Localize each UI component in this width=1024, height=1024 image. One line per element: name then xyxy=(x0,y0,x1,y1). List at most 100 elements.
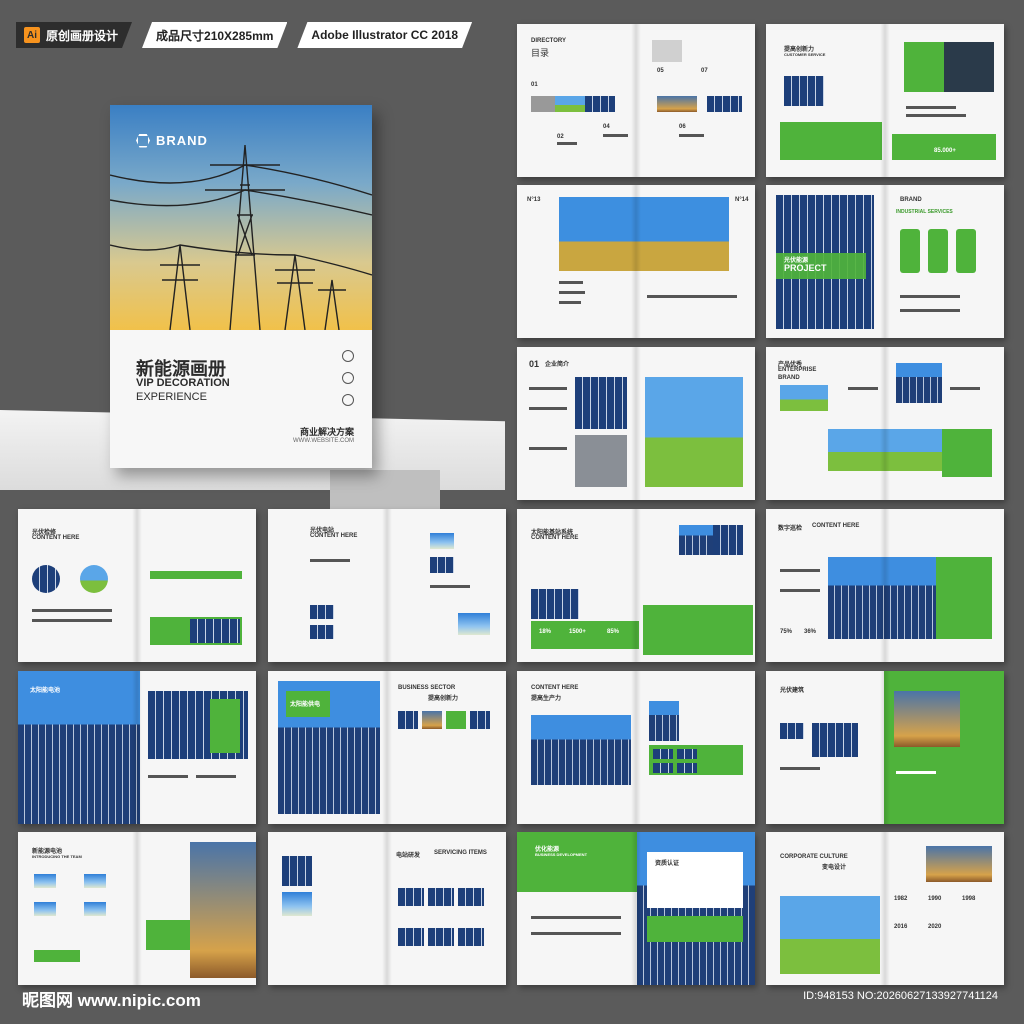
spread-cn: 提高生产力 xyxy=(531,696,562,702)
photo-thumb xyxy=(531,96,555,112)
green-label-card xyxy=(210,699,240,753)
text-line xyxy=(310,559,350,562)
text-line xyxy=(679,134,704,137)
software-label: Adobe Illustrator CC 2018 xyxy=(311,28,459,42)
spread-title: CORPORATE CULTURE xyxy=(780,854,848,860)
sky-thumb xyxy=(84,874,106,888)
spread-solar-supply: 太阳能供电 BUSINESS SECTOR 提高创新力 xyxy=(268,671,506,824)
spread-sub: CONTENT HERE xyxy=(310,533,358,539)
car-thumb xyxy=(446,711,466,729)
stat-value: 85% xyxy=(607,629,620,635)
solar-thumb xyxy=(677,749,697,759)
text-line xyxy=(848,387,878,390)
solar-thumb xyxy=(707,96,742,112)
solar-thumb xyxy=(458,928,484,946)
table-leg xyxy=(330,470,440,510)
solar-thumb xyxy=(430,557,454,573)
industrial-label: INDUSTRIAL SERVICES xyxy=(896,209,953,215)
spread-solar-system: 太阳能基站系统 CONTENT HERE 18% 1500+ 85% xyxy=(517,509,755,662)
solar-thumb xyxy=(282,856,312,886)
directory-cn: 目录 xyxy=(531,48,550,58)
text-line xyxy=(900,295,960,298)
sky-thumb xyxy=(282,892,312,916)
wind-turbine-photo xyxy=(559,197,729,271)
text-line xyxy=(603,134,628,137)
round-house-photo xyxy=(80,565,108,593)
green-card xyxy=(647,916,743,942)
spread-company-intro: 01 企业简介 xyxy=(517,347,755,500)
solar-thumb xyxy=(585,96,615,112)
stat-value: 18% xyxy=(539,629,552,635)
text-line xyxy=(148,775,188,778)
spread-solar-cell: 太阳能电池 xyxy=(18,671,256,824)
wind-solar-photo xyxy=(828,557,936,639)
spread-project: PROJECT 光伏能源 BRAND INDUSTRIAL SERVICES xyxy=(766,185,1004,338)
cover-subtitle-2: EXPERIENCE xyxy=(136,391,207,403)
text-line xyxy=(529,387,567,390)
cover-footer-text: 商业解决方案 xyxy=(299,427,354,437)
sky-thumb xyxy=(458,613,490,635)
solar-thumb xyxy=(780,723,804,739)
green-header xyxy=(517,832,637,892)
size-tag: 成品尺寸210X285mm xyxy=(142,22,287,48)
house-photo xyxy=(926,846,992,882)
watermark-text: 昵图网 www.nipic.com xyxy=(22,991,201,1010)
timeline-year: 1982 xyxy=(894,896,908,902)
wind-turbine-photo xyxy=(645,377,743,487)
solar-photo xyxy=(679,525,713,555)
spread-sub: CONTENT HERE xyxy=(531,535,579,541)
sky-thumb xyxy=(34,902,56,916)
building-thumb xyxy=(657,96,697,112)
spread-pv-building: 光伏建筑 xyxy=(766,671,1004,824)
cover-footer-url: WWW.WEBSITE.COM xyxy=(293,438,354,444)
text-line xyxy=(780,569,820,572)
spread-sub: BUSINESS DEVELOPMENT xyxy=(535,852,588,857)
directory-item: 06 xyxy=(679,124,686,130)
green-table-header xyxy=(150,571,242,579)
spread-sub: INTRODUCING THE TEAM xyxy=(32,854,82,859)
handshake-photo xyxy=(531,715,631,785)
spread-title: CONTENT HERE xyxy=(531,685,579,691)
power-tower-photo: BRAND xyxy=(110,105,372,330)
section-cn: 企业简介 xyxy=(545,362,570,368)
blurred-block xyxy=(652,40,682,62)
solar-thumb xyxy=(653,763,673,773)
tank-photo xyxy=(575,435,627,487)
spread-sub: CONTENT HERE xyxy=(32,535,80,541)
cover-footer: 商业解决方案 WWW.WEBSITE.COM xyxy=(293,425,354,444)
original-design-tag: Ai 原创画册设计 xyxy=(16,22,132,48)
solar-photo xyxy=(784,76,824,106)
text-line xyxy=(780,589,820,592)
spread-cn: 光伏建筑 xyxy=(780,688,805,694)
card-title: 资质认证 xyxy=(655,861,680,867)
text-line xyxy=(900,309,960,312)
text-line xyxy=(950,387,980,390)
spread-title: SERVICING ITEMS xyxy=(434,850,487,856)
spread-cn: 数字巡检 xyxy=(778,526,803,532)
green-side-card xyxy=(936,557,992,639)
green-feature-panel xyxy=(780,122,882,160)
circle-icon xyxy=(342,350,354,362)
solar-photo xyxy=(575,377,627,429)
solar-thumb xyxy=(458,888,484,906)
solar-thumb xyxy=(398,888,424,906)
spread-corporate-culture: CORPORATE CULTURE 变电设计 1982 1990 1998 20… xyxy=(766,832,1004,985)
solar-thumb xyxy=(310,625,334,639)
timeline-year: 1998 xyxy=(962,896,976,902)
text-line xyxy=(529,447,567,450)
circle-icon xyxy=(342,394,354,406)
directory-item: 02 xyxy=(557,134,564,140)
circle-icon xyxy=(342,372,354,384)
solar-thumb xyxy=(398,711,418,729)
green-stat-panel xyxy=(892,134,996,160)
text-line xyxy=(906,106,956,109)
text-line xyxy=(559,301,581,304)
spread-productivity: CONTENT HERE 提高生产力 xyxy=(517,671,755,824)
text-line xyxy=(32,619,112,622)
text-line xyxy=(196,775,236,778)
cover-icon-column xyxy=(342,350,354,406)
spread-cn: 电站研发 xyxy=(396,853,421,859)
text-line xyxy=(531,932,621,935)
brand-label: BRAND xyxy=(156,133,208,148)
green-stats-panel xyxy=(531,621,639,649)
